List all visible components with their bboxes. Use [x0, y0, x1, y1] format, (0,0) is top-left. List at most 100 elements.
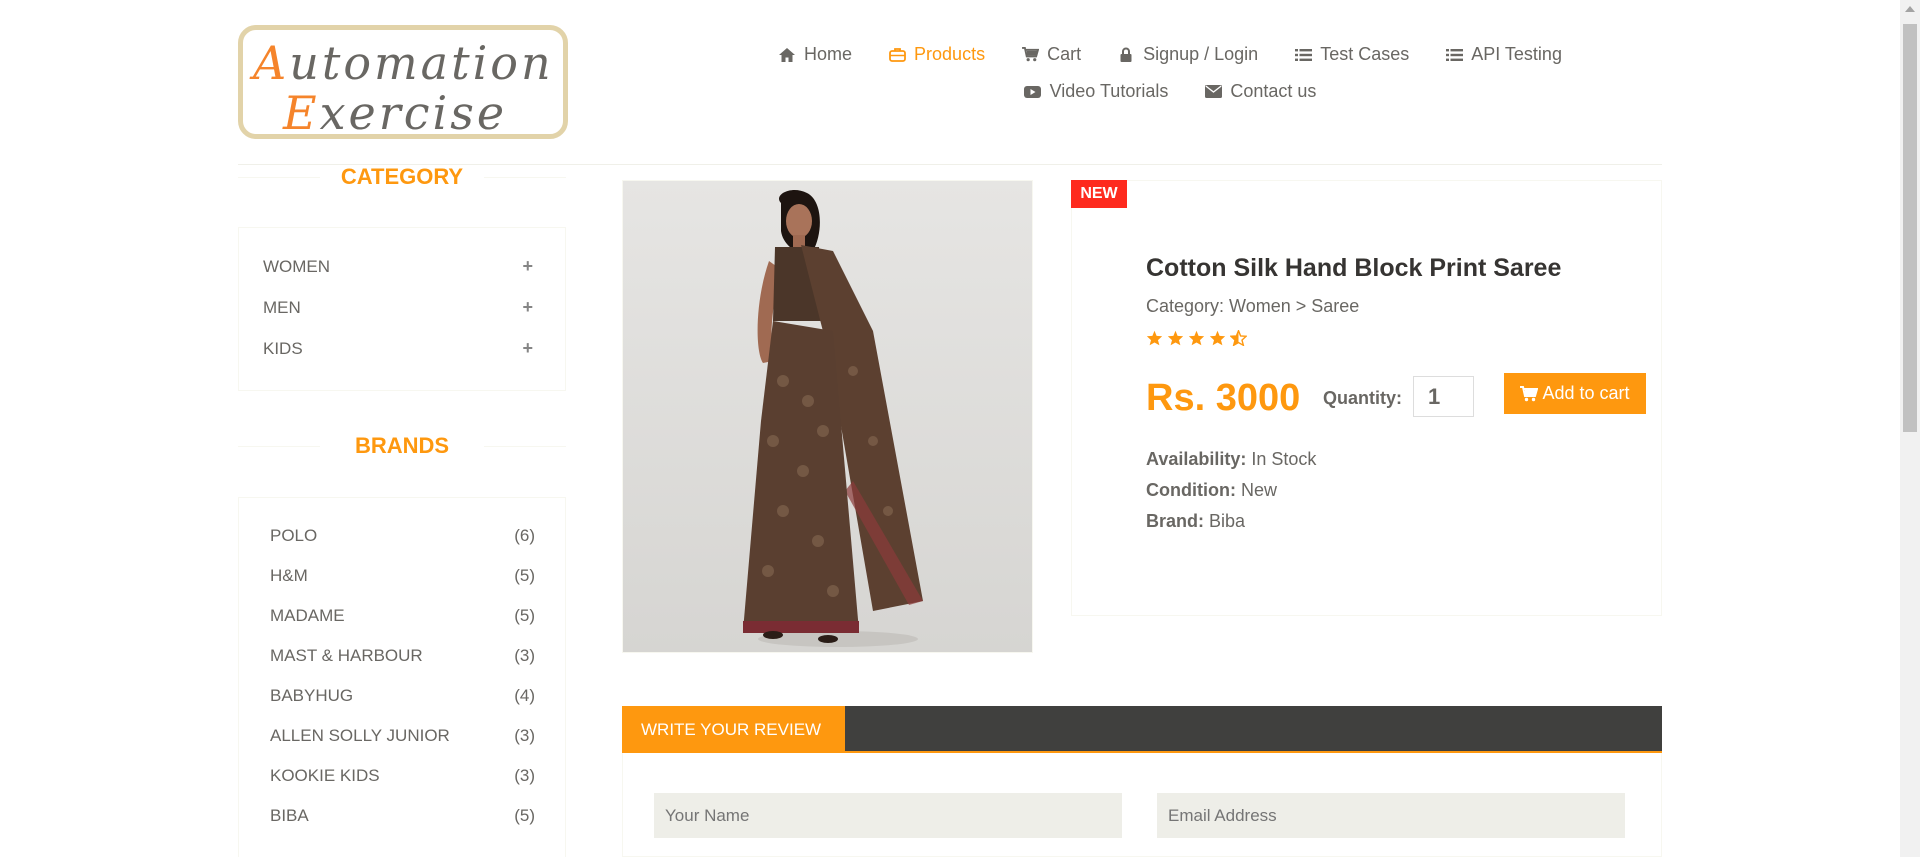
condition-value: New: [1240, 480, 1277, 500]
star-icon: [1146, 330, 1163, 351]
plus-icon[interactable]: +: [522, 287, 533, 328]
plus-icon[interactable]: +: [522, 328, 533, 369]
nav-video-tutorials[interactable]: Video Tutorials: [1024, 81, 1169, 102]
quantity-label: Quantity:: [1323, 388, 1402, 408]
brand-row: Brand: Biba: [1146, 511, 1245, 532]
briefcase-icon: [888, 47, 906, 63]
availability-row: Availability: In Stock: [1146, 449, 1316, 470]
star-icon: [1209, 330, 1226, 351]
brand-label: ALLEN SOLLY JUNIOR: [270, 726, 450, 745]
brand-label: H&M: [270, 566, 308, 585]
brand-item-babyhug[interactable]: BABYHUG (4): [239, 676, 565, 716]
plus-icon[interactable]: +: [522, 246, 533, 287]
brand-label: POLO: [270, 526, 318, 545]
brands-heading: BRANDS: [238, 433, 566, 459]
brand-item-kookie-kids[interactable]: KOOKIE KIDS (3): [239, 756, 565, 796]
availability-label: Availability:: [1146, 449, 1247, 469]
brands-panel: POLO (6) H&M (5) MADAME (5) MAST & HARBOUR (3) B…: [238, 497, 566, 857]
product-name: Cotton Silk Hand Block Print Saree: [1146, 254, 1562, 282]
add-to-cart-button[interactable]: Add to cart: [1504, 373, 1646, 414]
nav-label: API Testing: [1471, 44, 1562, 64]
brand-label: MAST & HARBOUR: [270, 646, 423, 665]
brand-count: (3): [514, 766, 535, 785]
nav-products[interactable]: Products: [888, 44, 985, 65]
brand-label: MADAME: [270, 606, 345, 625]
nav-label: Contact us: [1230, 81, 1317, 101]
brand-label: BABYHUG: [270, 686, 354, 705]
review-name-input[interactable]: [654, 793, 1122, 838]
scroll-thumb[interactable]: [1903, 24, 1917, 432]
product-price: Rs. 3000: [1146, 377, 1301, 419]
brand-item-h-m[interactable]: H&M (5): [239, 556, 565, 596]
nav-label: Cart: [1047, 44, 1082, 64]
cart-icon: [1520, 385, 1539, 402]
availability-value: In Stock: [1251, 449, 1317, 469]
add-to-cart-label: Add to cart: [1542, 383, 1630, 403]
category-item-kids[interactable]: KIDS +: [239, 328, 565, 369]
product-category: Category: Women > Saree: [1146, 296, 1360, 316]
condition-label: Condition:: [1146, 480, 1236, 500]
brand-count: (3): [514, 726, 535, 745]
brand-count: (5): [514, 566, 535, 585]
site-logo[interactable]: Automation Exercise: [238, 25, 568, 140]
nav-row: Video Tutorials Contact us: [740, 73, 1600, 110]
brand-count: (3): [514, 646, 535, 665]
product-image: [622, 180, 1033, 653]
envelope-icon: [1204, 84, 1222, 100]
nav-label: Signup / Login: [1143, 44, 1259, 64]
youtube-icon: [1024, 84, 1042, 100]
brand-item-polo[interactable]: POLO (6): [239, 516, 565, 556]
nav-contact-us[interactable]: Contact us: [1204, 81, 1316, 102]
main-nav: Home Products Cart Signup / Login Test Cases…: [740, 36, 1600, 110]
brand-count: (6): [514, 526, 535, 545]
logo-letter: E: [283, 86, 320, 140]
product-rating: [1146, 328, 1248, 351]
brand-label: Brand:: [1146, 511, 1204, 531]
brand-item-madame[interactable]: MADAME (5): [239, 596, 565, 636]
nav-row: Home Products Cart Signup / Login Test Cases…: [740, 36, 1600, 73]
new-badge: NEW: [1071, 180, 1127, 208]
brand-label: BIBA: [270, 806, 309, 825]
nav-label: Products: [914, 44, 986, 64]
star-half-icon: [1229, 328, 1248, 351]
nav-label: Video Tutorials: [1049, 81, 1169, 101]
brand-item-mast-harbour[interactable]: MAST & HARBOUR (3): [239, 636, 565, 676]
quantity-input[interactable]: [1413, 376, 1474, 417]
category-item-men[interactable]: MEN +: [239, 287, 565, 328]
star-icon: [1167, 330, 1184, 351]
condition-row: Condition: New: [1146, 480, 1277, 501]
category-heading: CATEGORY: [238, 164, 566, 190]
write-review-tab[interactable]: WRITE YOUR REVIEW: [622, 706, 845, 753]
category-panel: WOMEN + MEN + KIDS +: [238, 227, 566, 391]
logo-text: xercise: [319, 86, 508, 140]
category-label: KIDS: [263, 339, 303, 358]
brand-item-allen-solly-junior[interactable]: ALLEN SOLLY JUNIOR (3): [239, 716, 565, 756]
cart-icon: [1021, 47, 1039, 63]
category-label: WOMEN: [263, 257, 331, 276]
lock-icon: [1117, 47, 1135, 63]
brand-item-biba[interactable]: BIBA (5): [239, 796, 565, 836]
review-email-input[interactable]: [1157, 793, 1625, 838]
list-icon: [1294, 47, 1312, 63]
home-icon: [778, 47, 796, 63]
nav-signup-login[interactable]: Signup / Login: [1117, 44, 1258, 65]
category-item-women[interactable]: WOMEN +: [239, 246, 565, 287]
star-icon: [1188, 330, 1205, 351]
brand-count: (5): [514, 606, 535, 625]
scroll-up-arrow[interactable]: [1905, 6, 1915, 12]
nav-home[interactable]: Home: [778, 44, 852, 65]
logo-text: utomation: [289, 36, 554, 90]
list-icon: [1445, 47, 1463, 63]
page-scrollbar[interactable]: [1900, 0, 1920, 857]
brand-count: (5): [514, 806, 535, 825]
brand-label: KOOKIE KIDS: [270, 766, 380, 785]
category-label: MEN: [263, 298, 301, 317]
brand-count: (4): [514, 686, 535, 705]
nav-api-testing[interactable]: API Testing: [1445, 44, 1562, 65]
nav-label: Test Cases: [1320, 44, 1410, 64]
nav-test-cases[interactable]: Test Cases: [1294, 44, 1409, 65]
brand-value: Biba: [1209, 511, 1246, 531]
nav-cart[interactable]: Cart: [1021, 44, 1081, 65]
nav-label: Home: [804, 44, 853, 64]
logo-letter: A: [253, 36, 290, 90]
